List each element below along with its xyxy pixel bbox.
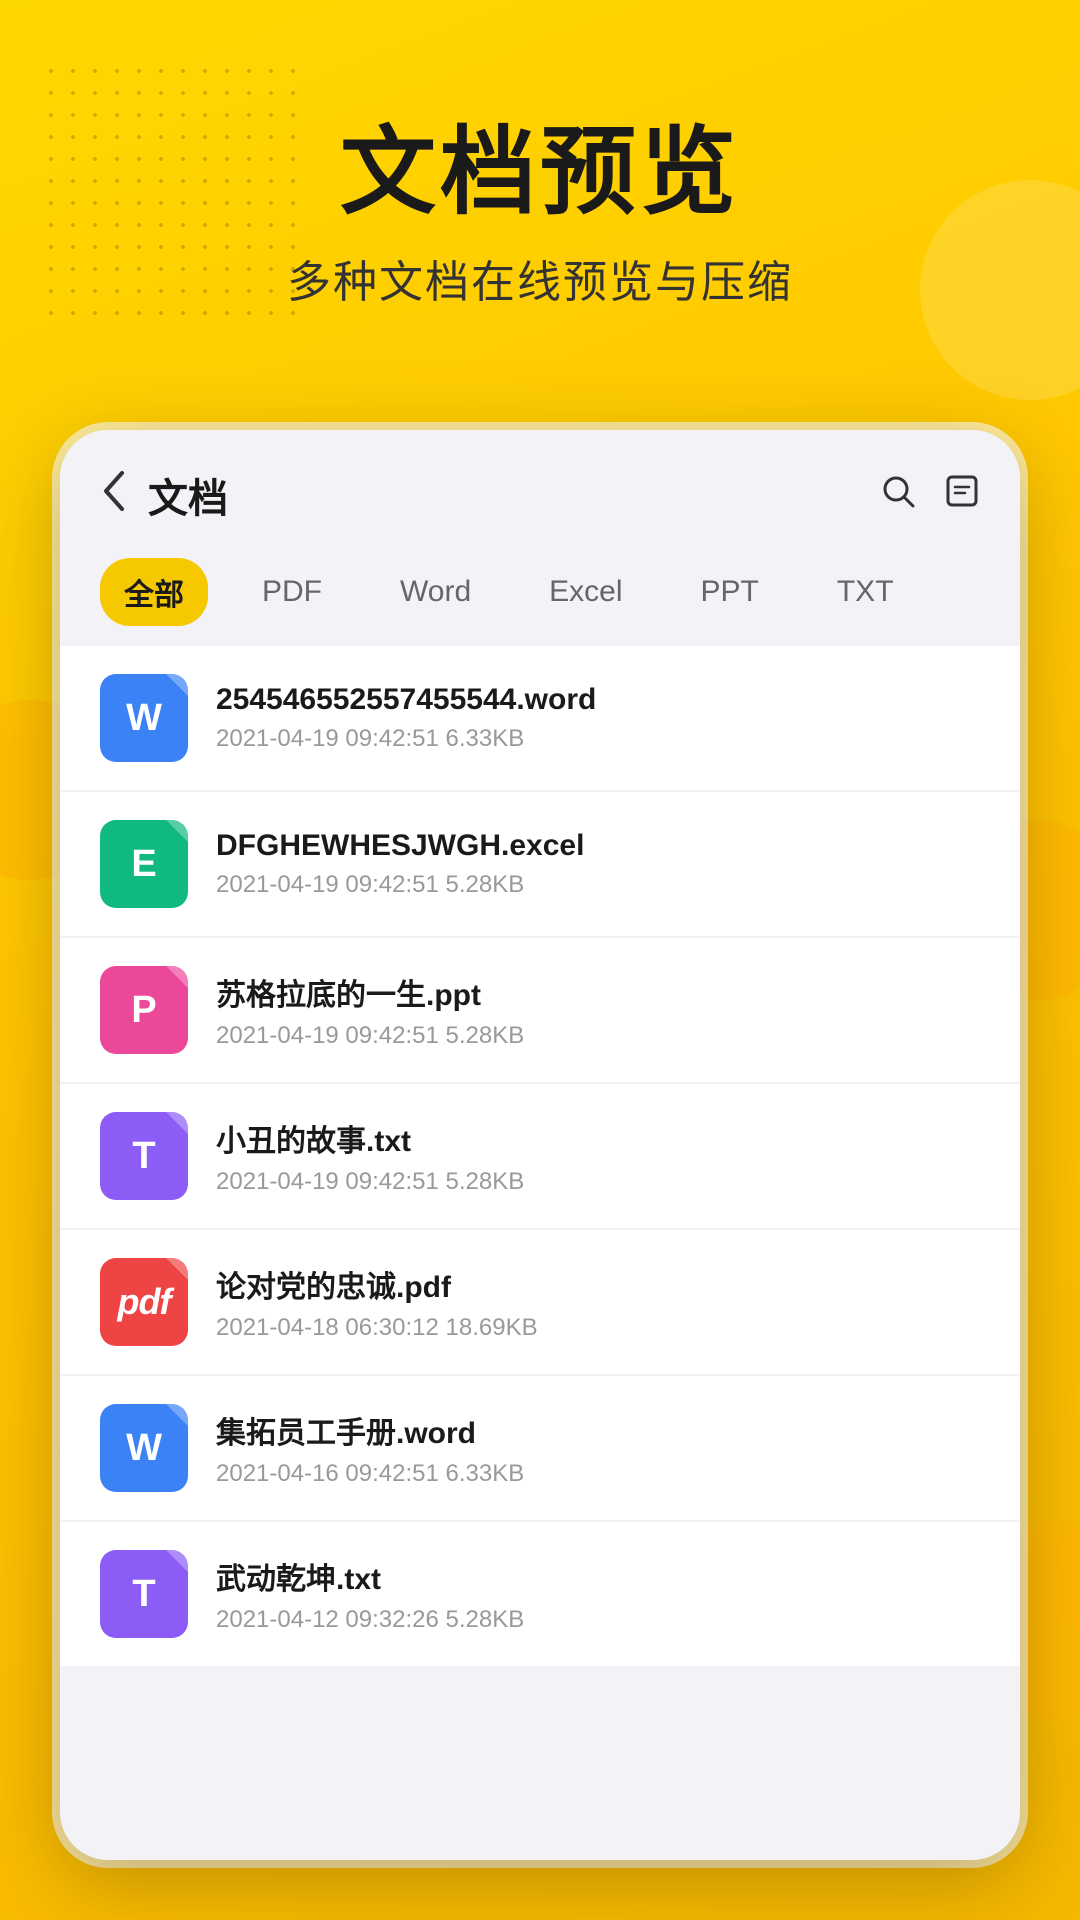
file-info: DFGHEWHESJWGH.excel 2021-04-19 09:42:51 … xyxy=(216,829,980,899)
header-area: 文档预览 多种文档在线预览与压缩 xyxy=(0,120,1080,310)
file-meta: 2021-04-16 09:42:51 6.33KB xyxy=(216,1460,980,1488)
file-meta: 2021-04-19 09:42:51 5.28KB xyxy=(216,1022,980,1050)
tab-pdf[interactable]: PDF xyxy=(238,563,346,621)
file-info: 武动乾坤.txt 2021-04-12 09:32:26 5.28KB xyxy=(216,1554,980,1634)
list-item[interactable]: E DFGHEWHESJWGH.excel 2021-04-19 09:42:5… xyxy=(60,792,1020,936)
edit-icon[interactable] xyxy=(944,473,980,518)
file-meta: 2021-04-19 09:42:51 5.28KB xyxy=(216,1168,980,1196)
sub-title: 多种文档在线预览与压缩 xyxy=(0,246,1080,310)
back-button[interactable] xyxy=(100,469,128,522)
file-icon-txt: T xyxy=(100,1112,188,1200)
file-name: 苏格拉底的一生.ppt xyxy=(216,970,980,1014)
file-icon-word: W xyxy=(100,1404,188,1492)
tab-all[interactable]: 全部 xyxy=(100,558,208,626)
tab-ppt[interactable]: PPT xyxy=(677,563,783,621)
file-meta: 2021-04-12 09:32:26 5.28KB xyxy=(216,1606,980,1634)
file-icon-pdf: pdf xyxy=(100,1258,188,1346)
filter-tabs: 全部 PDF Word Excel PPT TXT xyxy=(60,548,1020,646)
list-item[interactable]: P 苏格拉底的一生.ppt 2021-04-19 09:42:51 5.28KB xyxy=(60,938,1020,1082)
topbar-title: 文档 xyxy=(148,466,880,524)
file-name: 论对党的忠诚.pdf xyxy=(216,1262,980,1306)
main-title: 文档预览 xyxy=(0,120,1080,226)
list-item[interactable]: W 254546552557455544.word 2021-04-19 09:… xyxy=(60,646,1020,790)
file-meta: 2021-04-18 06:30:12 18.69KB xyxy=(216,1314,980,1342)
tab-excel[interactable]: Excel xyxy=(525,563,646,621)
file-info: 集拓员工手册.word 2021-04-16 09:42:51 6.33KB xyxy=(216,1408,980,1488)
tab-word[interactable]: Word xyxy=(376,563,495,621)
file-meta: 2021-04-19 09:42:51 6.33KB xyxy=(216,725,980,753)
file-info: 苏格拉底的一生.ppt 2021-04-19 09:42:51 5.28KB xyxy=(216,970,980,1050)
file-meta: 2021-04-19 09:42:51 5.28KB xyxy=(216,871,980,899)
file-info: 254546552557455544.word 2021-04-19 09:42… xyxy=(216,683,980,753)
file-name: 集拓员工手册.word xyxy=(216,1408,980,1452)
file-icon-word: W xyxy=(100,674,188,762)
tab-txt[interactable]: TXT xyxy=(813,563,918,621)
search-icon[interactable] xyxy=(880,473,916,518)
topbar-icons xyxy=(880,473,980,518)
background: ✦ ✦ ✦ 文档预览 多种文档在线预览与压缩 文档 xyxy=(0,0,1080,1920)
file-list: W 254546552557455544.word 2021-04-19 09:… xyxy=(60,646,1020,1688)
file-info: 小丑的故事.txt 2021-04-19 09:42:51 5.28KB xyxy=(216,1116,980,1196)
file-name: 254546552557455544.word xyxy=(216,683,980,717)
topbar: 文档 xyxy=(60,430,1020,548)
file-name: 武动乾坤.txt xyxy=(216,1554,980,1598)
list-item[interactable]: T 小丑的故事.txt 2021-04-19 09:42:51 5.28KB xyxy=(60,1084,1020,1228)
file-name: 小丑的故事.txt xyxy=(216,1116,980,1160)
list-item[interactable]: pdf 论对党的忠诚.pdf 2021-04-18 06:30:12 18.69… xyxy=(60,1230,1020,1374)
file-icon-ppt: P xyxy=(100,966,188,1054)
file-icon-excel: E xyxy=(100,820,188,908)
list-item[interactable]: W 集拓员工手册.word 2021-04-16 09:42:51 6.33KB xyxy=(60,1376,1020,1520)
file-info: 论对党的忠诚.pdf 2021-04-18 06:30:12 18.69KB xyxy=(216,1262,980,1342)
file-icon-txt: T xyxy=(100,1550,188,1638)
list-item[interactable]: T 武动乾坤.txt 2021-04-12 09:32:26 5.28KB xyxy=(60,1522,1020,1666)
file-name: DFGHEWHESJWGH.excel xyxy=(216,829,980,863)
phone-mockup: 文档 全部 PDF Word Excel PPT TXT xyxy=(60,430,1020,1860)
